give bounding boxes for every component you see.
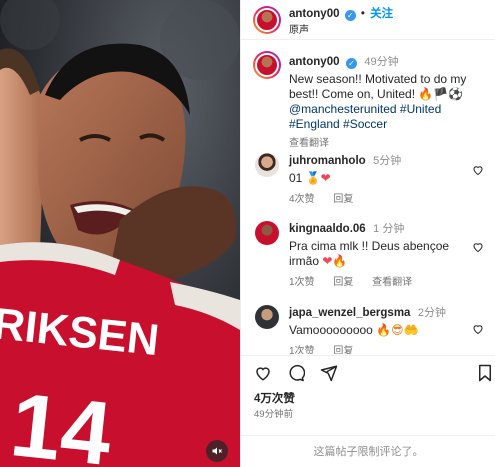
comment-username[interactable]: juhromanholo <box>289 155 366 167</box>
comment-text: Vamooooooooo 🔥😎🤲 <box>289 323 484 338</box>
comment-likes[interactable]: 4次赞 <box>289 194 315 205</box>
post-time: 49分钟前 <box>254 409 294 420</box>
comment-body: 01 <box>289 171 306 185</box>
share-icon[interactable] <box>320 364 338 382</box>
post-photo: RIKSEN 14 <box>0 0 240 467</box>
heart-icon[interactable] <box>472 323 484 335</box>
caption-username[interactable]: antony00 <box>289 56 340 68</box>
see-translation-link[interactable]: 查看翻译 <box>372 277 412 288</box>
post-actions: 4万次赞 49分钟前 <box>241 355 495 435</box>
comment-text: Pra cima mlk !! Deus abençoe irmão ❤🔥 <box>289 239 469 269</box>
caption-tags[interactable]: @manchesterunited #United #England #Socc… <box>289 102 441 131</box>
comments-section[interactable]: antony00 ✓ 49分钟 New season!! Motivated t… <box>241 41 495 354</box>
verified-icon: ✓ <box>345 58 357 69</box>
comment-time: 2分钟 <box>417 307 447 319</box>
post-header: antony00 ✓ • 关注 原声 <box>241 0 495 40</box>
mute-button[interactable] <box>206 440 228 462</box>
reply-button[interactable]: 回复 <box>333 277 353 288</box>
caption-avatar[interactable] <box>253 51 281 79</box>
comment-item: japa_wenzel_bergsma 2分钟 Vamooooooooo 🔥😎🤲… <box>241 301 495 354</box>
caption: antony00 ✓ 49分钟 New season!! Motivated t… <box>241 41 495 149</box>
heart-icon[interactable] <box>472 241 484 253</box>
heart-icon[interactable] <box>472 164 484 176</box>
comment-time: 1 分钟 <box>373 223 405 235</box>
comment-item: kingnaaldo.06 1 分钟 Pra cima mlk !! Deus … <box>241 217 495 293</box>
comment-body: Pra cima mlk !! Deus abençoe irmão <box>289 239 450 268</box>
comment-text: 01 🏅❤ <box>289 171 469 186</box>
audio-label[interactable]: 原声 <box>289 21 309 36</box>
like-count[interactable]: 4万次赞 <box>254 390 295 406</box>
comment-username[interactable]: kingnaaldo.06 <box>289 223 366 235</box>
comment-icon[interactable] <box>287 364 305 382</box>
jersey-number: 14 <box>6 375 116 467</box>
comment-likes[interactable]: 1次赞 <box>289 346 315 354</box>
author-username[interactable]: antony00 <box>289 8 340 20</box>
comment-time: 5分钟 <box>373 155 402 167</box>
comment-emojis: 🔥😎🤲 <box>376 323 419 337</box>
caption-emojis: 🔥🏴⚽ <box>418 87 464 101</box>
bookmark-icon[interactable] <box>477 364 493 382</box>
separator-dot: • <box>360 8 365 20</box>
comment-avatar[interactable] <box>255 153 279 177</box>
see-translation-link[interactable]: 查看翻译 <box>289 134 489 149</box>
comment-emojis: 🏅❤ <box>305 171 331 185</box>
caption-time: 49分钟 <box>364 56 399 68</box>
author-avatar[interactable] <box>253 6 281 34</box>
caption-text: New season!! Motivated to do my best!! C… <box>289 72 489 132</box>
comment-meta: 1次赞 回复 <box>289 342 369 354</box>
comment-item: juhromanholo 5分钟 01 🏅❤ 4次赞 回复 <box>241 149 495 209</box>
mute-icon <box>212 447 222 455</box>
comment-username[interactable]: japa_wenzel_bergsma <box>289 307 410 319</box>
comment-likes[interactable]: 1次赞 <box>289 277 315 288</box>
post-panel: antony00 ✓ • 关注 原声 antony00 ✓ 49分钟 New s… <box>240 0 495 467</box>
verified-icon: ✓ <box>344 10 356 21</box>
follow-button[interactable]: 关注 <box>370 8 393 20</box>
comment-body: Vamooooooooo <box>289 323 377 337</box>
comment-emojis: ❤🔥 <box>322 254 348 268</box>
comment-meta: 4次赞 回复 <box>289 190 369 205</box>
post-media[interactable]: RIKSEN 14 <box>0 0 240 467</box>
heart-icon[interactable] <box>254 364 272 382</box>
comment-avatar[interactable] <box>255 305 279 329</box>
comments-limited-notice: 这篇帖子限制评论了。 <box>241 435 495 467</box>
comment-meta: 1次赞 回复 查看翻译 <box>289 273 428 288</box>
comment-avatar[interactable] <box>255 221 279 245</box>
reply-button[interactable]: 回复 <box>333 346 353 354</box>
reply-button[interactable]: 回复 <box>333 194 353 205</box>
